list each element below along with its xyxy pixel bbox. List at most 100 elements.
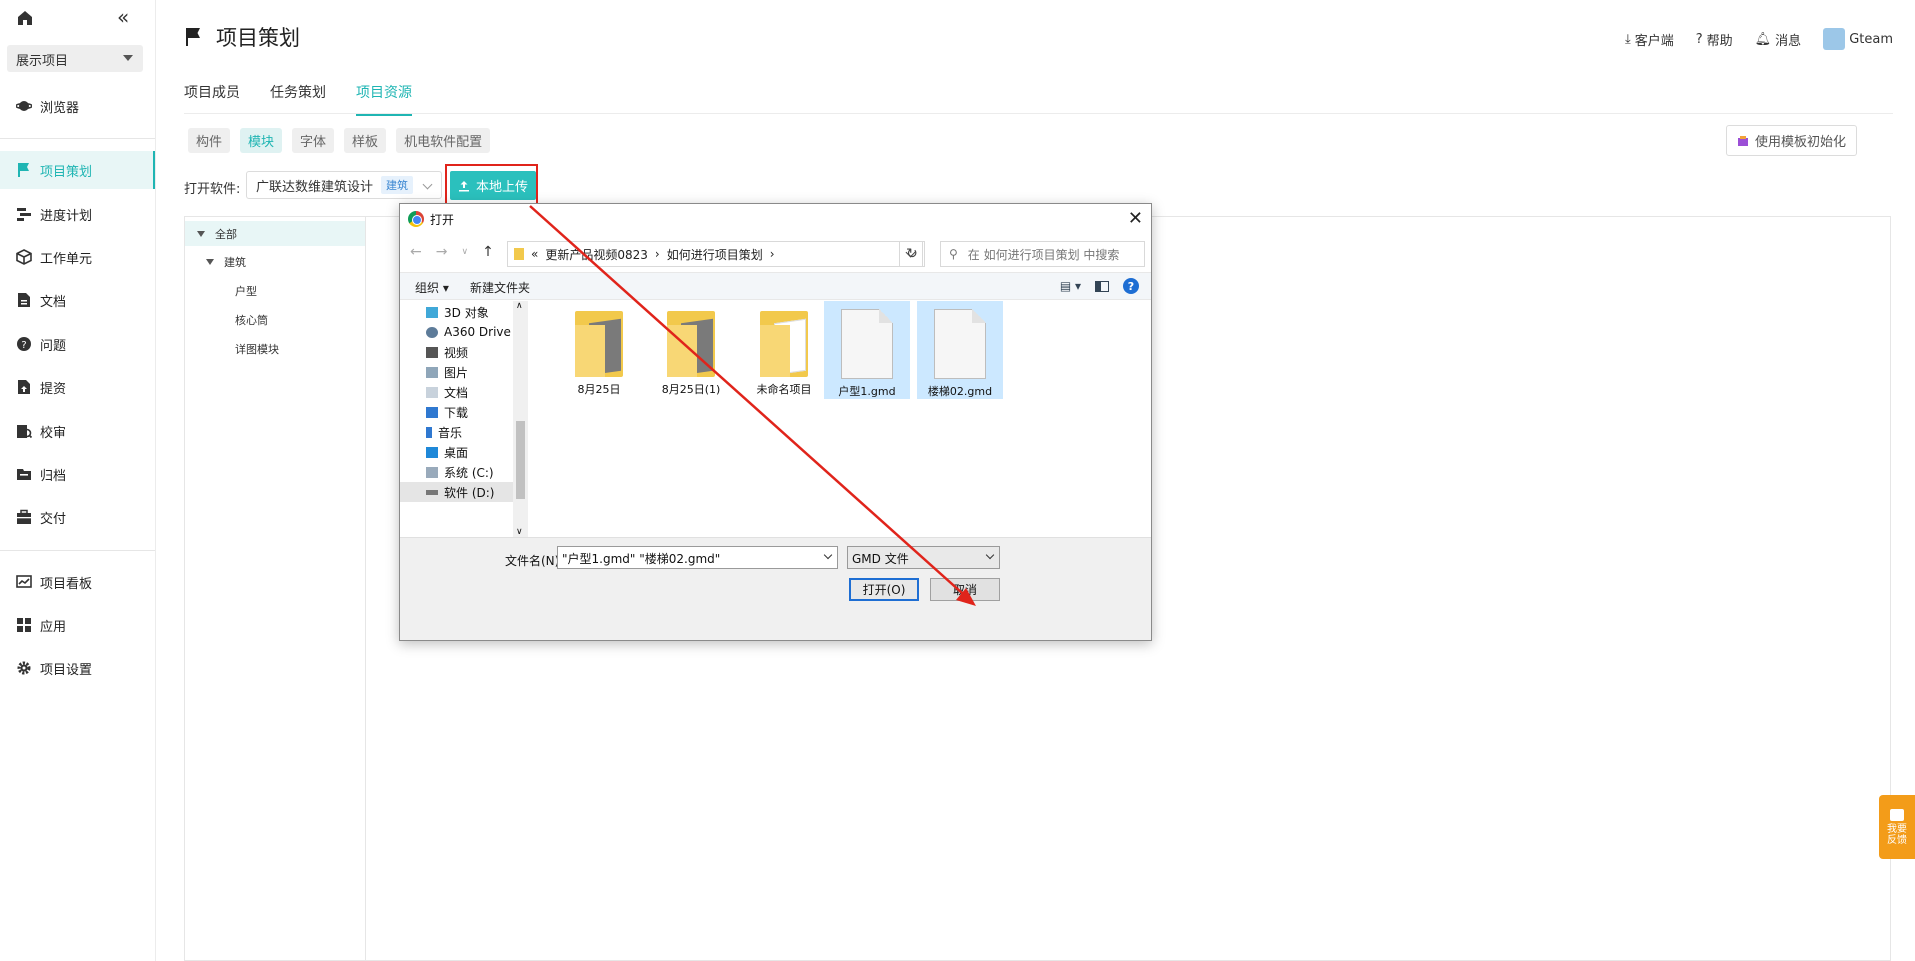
tree-node-unit-type[interactable]: 户型 bbox=[185, 278, 365, 303]
nav-item-label: 音乐 bbox=[438, 425, 463, 440]
file-item[interactable]: 户型1.gmd bbox=[824, 301, 910, 399]
subtab-modules[interactable]: 模块 bbox=[240, 128, 283, 153]
collapse-sidebar-icon[interactable]: « bbox=[117, 7, 129, 27]
dashboard-icon bbox=[16, 574, 32, 590]
sidebar-item-delivery[interactable]: 交付 bbox=[0, 498, 155, 536]
file-item[interactable]: 楼梯02.gmd bbox=[917, 301, 1003, 399]
sidebar-item-browser[interactable]: 浏览器 bbox=[0, 87, 155, 125]
help-icon[interactable]: ? bbox=[1123, 278, 1139, 294]
address-bar[interactable]: « 更新产品视频0823 › 如何进行项目策划 › bbox=[507, 241, 923, 267]
nav-item-label: 下载 bbox=[444, 405, 469, 420]
project-select[interactable]: 展示项目 bbox=[7, 45, 143, 72]
new-folder-button[interactable]: 新建文件夹 bbox=[470, 279, 530, 296]
client-download-link[interactable]: ⤓ 客户端 bbox=[1625, 30, 1674, 49]
nav-item-documents[interactable]: 文档 bbox=[400, 382, 515, 402]
file-item[interactable]: 未命名项目 bbox=[741, 301, 827, 399]
video-icon bbox=[426, 346, 438, 358]
filetype-value: GMD 文件 bbox=[852, 552, 909, 566]
question-icon: ? bbox=[16, 336, 32, 352]
chevron-down-icon[interactable] bbox=[823, 550, 833, 560]
nav-item-label: 软件 (D:) bbox=[444, 485, 495, 500]
up-arrow-icon[interactable]: ↑ bbox=[482, 244, 494, 260]
recent-dropdown-icon[interactable]: ∨ bbox=[461, 244, 468, 260]
sidebar: « 展示项目 浏览器 项目策划 进度计划 工作单元 文档 ? 问题 提资 校审 … bbox=[0, 0, 156, 961]
nav-item-software-d[interactable]: 软件 (D:) bbox=[400, 482, 515, 502]
expand-triangle-icon[interactable] bbox=[197, 230, 205, 237]
sidebar-item-label: 项目策划 bbox=[40, 164, 93, 180]
breadcrumb-separator[interactable]: › bbox=[655, 247, 660, 261]
folder-icon bbox=[514, 248, 524, 260]
tree-node-all[interactable]: 全部 bbox=[185, 221, 365, 246]
scroll-down-icon[interactable]: ∨ bbox=[516, 527, 523, 537]
tree-node-detail-module[interactable]: 详图模块 bbox=[185, 336, 365, 361]
nav-item-desktop[interactable]: 桌面 bbox=[400, 442, 515, 462]
tree-node-core-tube[interactable]: 核心筒 bbox=[185, 307, 365, 332]
scroll-thumb[interactable] bbox=[516, 421, 525, 499]
subtab-templates[interactable]: 样板 bbox=[344, 128, 387, 153]
refresh-icon[interactable]: ↻ bbox=[899, 241, 925, 267]
subtab-mep-config[interactable]: 机电软件配置 bbox=[396, 128, 491, 153]
sidebar-item-archive[interactable]: 归档 bbox=[0, 455, 155, 493]
tab-task-planning[interactable]: 任务策划 bbox=[270, 82, 326, 116]
software-select[interactable]: 广联达数维建筑设计 建筑 bbox=[246, 171, 442, 199]
flag-icon bbox=[16, 162, 32, 178]
help-link[interactable]: ? 帮助 bbox=[1696, 30, 1733, 49]
filename-input[interactable]: "户型1.gmd" "楼梯02.gmd" bbox=[557, 546, 838, 569]
cancel-button[interactable]: 取消 bbox=[930, 578, 1000, 601]
messages-link[interactable]: 🔔︎ 消息 bbox=[1755, 30, 1802, 49]
nav-item-system-c[interactable]: 系统 (C:) bbox=[400, 462, 515, 482]
search-input[interactable]: ⚲ 在 如何进行项目策划 中搜索 bbox=[940, 241, 1145, 267]
chevron-down-icon bbox=[985, 550, 995, 560]
sidebar-item-apps[interactable]: 应用 bbox=[0, 606, 155, 644]
view-mode-icon[interactable]: ▤ ▾ bbox=[1060, 279, 1081, 293]
file-item[interactable]: 8月25日(1) bbox=[648, 301, 734, 399]
subtab-bar: 构件 模块 字体 样板 机电软件配置 bbox=[188, 128, 491, 153]
close-icon[interactable]: ✕ bbox=[1128, 208, 1143, 229]
user-menu[interactable]: Gteam bbox=[1823, 28, 1893, 50]
sidebar-item-project-settings[interactable]: 项目设置 bbox=[0, 649, 155, 687]
scroll-up-icon[interactable]: ∧ bbox=[516, 301, 523, 311]
sidebar-item-project-planning[interactable]: 项目策划 bbox=[0, 151, 155, 189]
subtab-fonts[interactable]: 字体 bbox=[292, 128, 335, 153]
sidebar-item-documents[interactable]: 文档 bbox=[0, 281, 155, 319]
sidebar-item-work-unit[interactable]: 工作单元 bbox=[0, 238, 155, 276]
forward-arrow-icon[interactable]: → bbox=[436, 244, 448, 260]
tree-node-label: 建筑 bbox=[224, 255, 246, 269]
sidebar-item-schedule[interactable]: 进度计划 bbox=[0, 195, 155, 233]
breadcrumb-separator[interactable]: › bbox=[770, 247, 775, 261]
preview-pane-icon[interactable] bbox=[1095, 280, 1109, 292]
nav-item-a360-drive[interactable]: A360 Drive bbox=[400, 322, 515, 342]
folder-icon bbox=[760, 311, 808, 377]
nav-item-pictures[interactable]: 图片 bbox=[400, 362, 515, 382]
nav-item-downloads[interactable]: 下载 bbox=[400, 402, 515, 422]
tree-node-label: 核心筒 bbox=[235, 313, 268, 327]
file-item[interactable]: 8月25日 bbox=[556, 301, 642, 399]
init-from-template-button[interactable]: 使用模板初始化 bbox=[1725, 125, 1857, 156]
file-icon bbox=[934, 309, 986, 379]
file-list: 8月25日 8月25日(1) 未命名项目 户型1.gmd 楼梯02.gmd bbox=[528, 301, 1151, 537]
breadcrumb-segment[interactable]: 更新产品视频0823 bbox=[545, 246, 648, 263]
tree-node-label: 全部 bbox=[215, 227, 237, 241]
breadcrumb-segment[interactable]: 如何进行项目策划 bbox=[667, 246, 763, 263]
back-arrow-icon[interactable]: ← bbox=[410, 244, 422, 260]
sidebar-item-submit[interactable]: 提资 bbox=[0, 368, 155, 406]
organize-menu[interactable]: 组织 ▾ bbox=[415, 279, 449, 296]
sidebar-item-review[interactable]: 校审 bbox=[0, 412, 155, 450]
sidebar-item-issues[interactable]: ? 问题 bbox=[0, 325, 155, 363]
nav-item-3d-objects[interactable]: 3D 对象 bbox=[400, 302, 515, 322]
feedback-button[interactable]: 我要反馈 bbox=[1879, 795, 1915, 859]
open-button[interactable]: 打开(O) bbox=[849, 578, 919, 601]
overflow-chevrons[interactable]: « bbox=[531, 247, 538, 261]
tab-project-resources[interactable]: 项目资源 bbox=[356, 82, 412, 116]
subtab-components[interactable]: 构件 bbox=[188, 128, 231, 153]
home-icon[interactable] bbox=[16, 9, 34, 27]
sidebar-item-dashboard[interactable]: 项目看板 bbox=[0, 563, 155, 601]
nav-item-videos[interactable]: 视频 bbox=[400, 342, 515, 362]
tree-node-architecture[interactable]: 建筑 bbox=[185, 249, 365, 274]
nav-item-music[interactable]: 音乐 bbox=[400, 422, 515, 442]
filetype-select[interactable]: GMD 文件 bbox=[847, 546, 1000, 569]
tab-project-members[interactable]: 项目成员 bbox=[184, 82, 240, 116]
search-placeholder: 在 如何进行项目策划 中搜索 bbox=[967, 247, 1120, 262]
nav-scrollbar[interactable]: ∧ ∨ bbox=[513, 301, 528, 537]
expand-triangle-icon[interactable] bbox=[206, 258, 214, 265]
